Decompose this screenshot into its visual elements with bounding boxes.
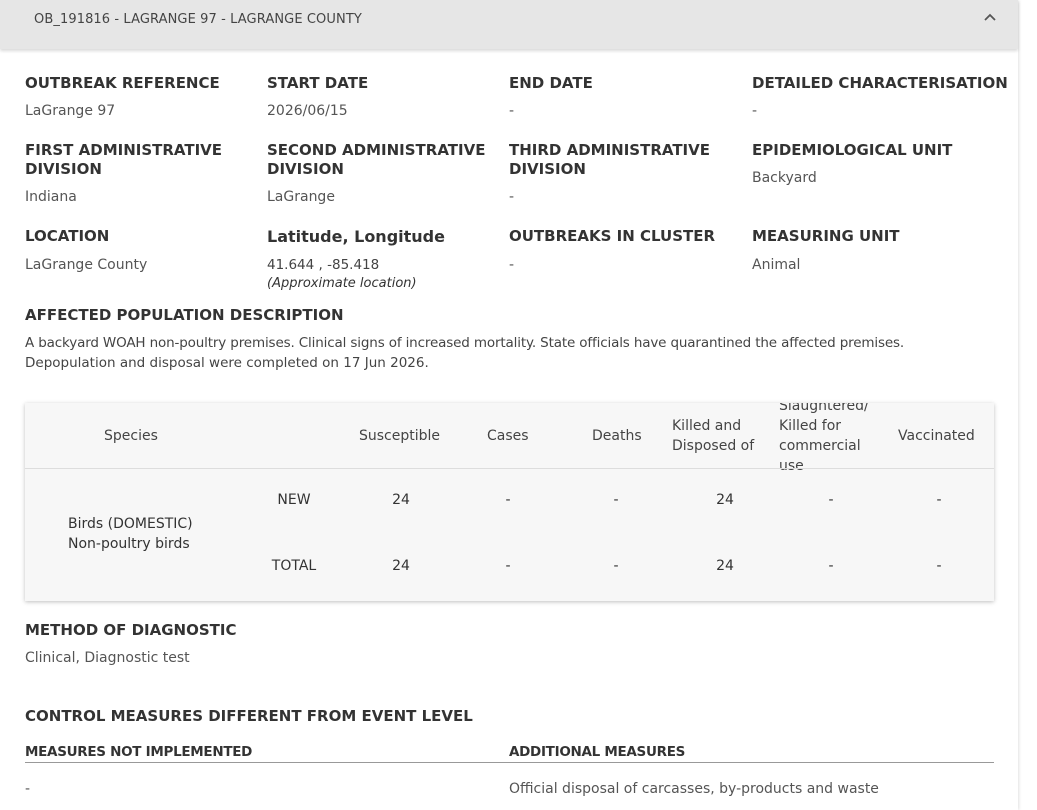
epidemiological-unit-value: Backyard [752, 170, 817, 186]
affected-population-line1: A backyard WOAH non-poultry premises. Cl… [25, 335, 905, 351]
affected-population-label: AFFECTED POPULATION DESCRIPTION [25, 306, 344, 324]
outbreaks-in-cluster-label: OUTBREAKS IN CLUSTER [509, 227, 716, 245]
new-killed: 24 [716, 492, 734, 508]
slaughtered-header-line3: commercial [779, 438, 861, 454]
second-admin-division-label-line2: DIVISION [267, 160, 344, 178]
total-deaths: - [613, 558, 619, 574]
lat-long-value: 41.644 , -85.418 [267, 257, 380, 273]
additional-measures-value: Official disposal of carcasses, by-produ… [509, 781, 879, 797]
method-of-diagnostic-label: METHOD OF DIAGNOSTIC [25, 621, 237, 639]
location-value: LaGrange County [25, 257, 148, 273]
table-header-divider [25, 468, 994, 469]
first-admin-division-label-line2: DIVISION [25, 160, 102, 178]
first-admin-division-label-line1: FIRST ADMINISTRATIVE [25, 141, 223, 159]
measures-not-implemented-value: - [25, 781, 31, 797]
second-admin-division-label: SECOND ADMINISTRATIVE DIVISION [267, 141, 485, 179]
second-admin-division-value: LaGrange [267, 189, 335, 205]
measures-not-implemented-label: MEASURES NOT IMPLEMENTED [25, 744, 253, 760]
third-admin-division-label-line2: DIVISION [509, 160, 586, 178]
total-killed: 24 [716, 558, 734, 574]
outbreak-reference-value: LaGrange 97 [25, 103, 116, 119]
first-admin-division-value: Indiana [25, 189, 77, 205]
new-vaccinated: - [936, 492, 942, 508]
additional-measures-label: ADDITIONAL MEASURES [509, 744, 686, 760]
outbreak-title: OB_191816 - LAGRANGE 97 - LAGRANGE COUNT… [34, 12, 362, 27]
end-date-label: END DATE [509, 74, 593, 92]
third-admin-division-label-line1: THIRD ADMINISTRATIVE [509, 141, 710, 159]
row-label-new: NEW [277, 492, 311, 508]
new-susceptible: 24 [392, 492, 410, 508]
control-measures-label: CONTROL MEASURES DIFFERENT FROM EVENT LE… [25, 707, 473, 725]
total-cases: - [505, 558, 511, 574]
approximate-location-note: (Approximate location) [267, 276, 417, 291]
killed-header-line1: Killed and [672, 418, 742, 434]
new-slaughtered: - [828, 492, 834, 508]
outbreak-reference-label: OUTBREAK REFERENCE [25, 74, 220, 92]
total-susceptible: 24 [392, 558, 410, 574]
start-date-label: START DATE [267, 74, 369, 92]
susceptible-header: Susceptible [359, 428, 441, 444]
outbreak-panel-header[interactable]: OB_191816 - LAGRANGE 97 - LAGRANGE COUNT… [0, 0, 1018, 49]
measures-divider [25, 762, 994, 763]
species-header: Species [104, 428, 158, 444]
row-label-total: TOTAL [271, 558, 317, 574]
new-deaths: - [613, 492, 619, 508]
end-date-value: - [509, 103, 515, 119]
cases-header: Cases [487, 428, 529, 444]
deaths-header: Deaths [592, 428, 642, 444]
slaughtered-header-line1: Slaughtered/ [779, 403, 869, 414]
new-cases: - [505, 492, 511, 508]
location-label: LOCATION [25, 227, 110, 245]
second-admin-division-label-line1: SECOND ADMINISTRATIVE [267, 141, 486, 159]
first-admin-division-label: FIRST ADMINISTRATIVE DIVISION [25, 141, 222, 179]
species-name-line2: Non-poultry birds [68, 536, 190, 552]
start-date-value: 2026/06/15 [267, 103, 348, 119]
slaughtered-header-line2: Killed for [779, 418, 842, 434]
measuring-unit-label: MEASURING UNIT [752, 227, 900, 245]
slaughtered-header-line4: use [779, 458, 804, 474]
outbreaks-in-cluster-value: - [509, 257, 515, 273]
total-vaccinated: - [936, 558, 942, 574]
slaughtered-header: Slaughtered/ Killed for commercial use [779, 403, 869, 476]
quantitative-data-table: Species Susceptible Cases Deaths Killed … [25, 403, 994, 601]
vaccinated-header: Vaccinated [898, 428, 975, 444]
killed-header-line2: Disposed of [672, 438, 755, 454]
affected-population-line2: Depopulation and disposal were completed… [25, 355, 429, 371]
killed-disposed-header: Killed and Disposed of [672, 416, 754, 456]
species-name-line1: Birds (DOMESTIC) [68, 516, 193, 532]
detailed-characterisation-value: - [752, 103, 758, 119]
detailed-characterisation-label: DETAILED CHARACTERISATION [752, 74, 1008, 92]
total-slaughtered: - [828, 558, 834, 574]
third-admin-division-value: - [509, 189, 515, 205]
lat-long-label: Latitude, Longitude [267, 227, 445, 246]
species-name: Birds (DOMESTIC) Non-poultry birds [68, 514, 193, 554]
outbreak-panel: OB_191816 - LAGRANGE 97 - LAGRANGE COUNT… [0, 0, 1018, 810]
measuring-unit-value: Animal [752, 257, 801, 273]
method-of-diagnostic-value: Clinical, Diagnostic test [25, 650, 190, 666]
chevron-up-icon[interactable] [983, 10, 997, 24]
third-admin-division-label: THIRD ADMINISTRATIVE DIVISION [509, 141, 710, 179]
epidemiological-unit-label: EPIDEMIOLOGICAL UNIT [752, 141, 953, 159]
